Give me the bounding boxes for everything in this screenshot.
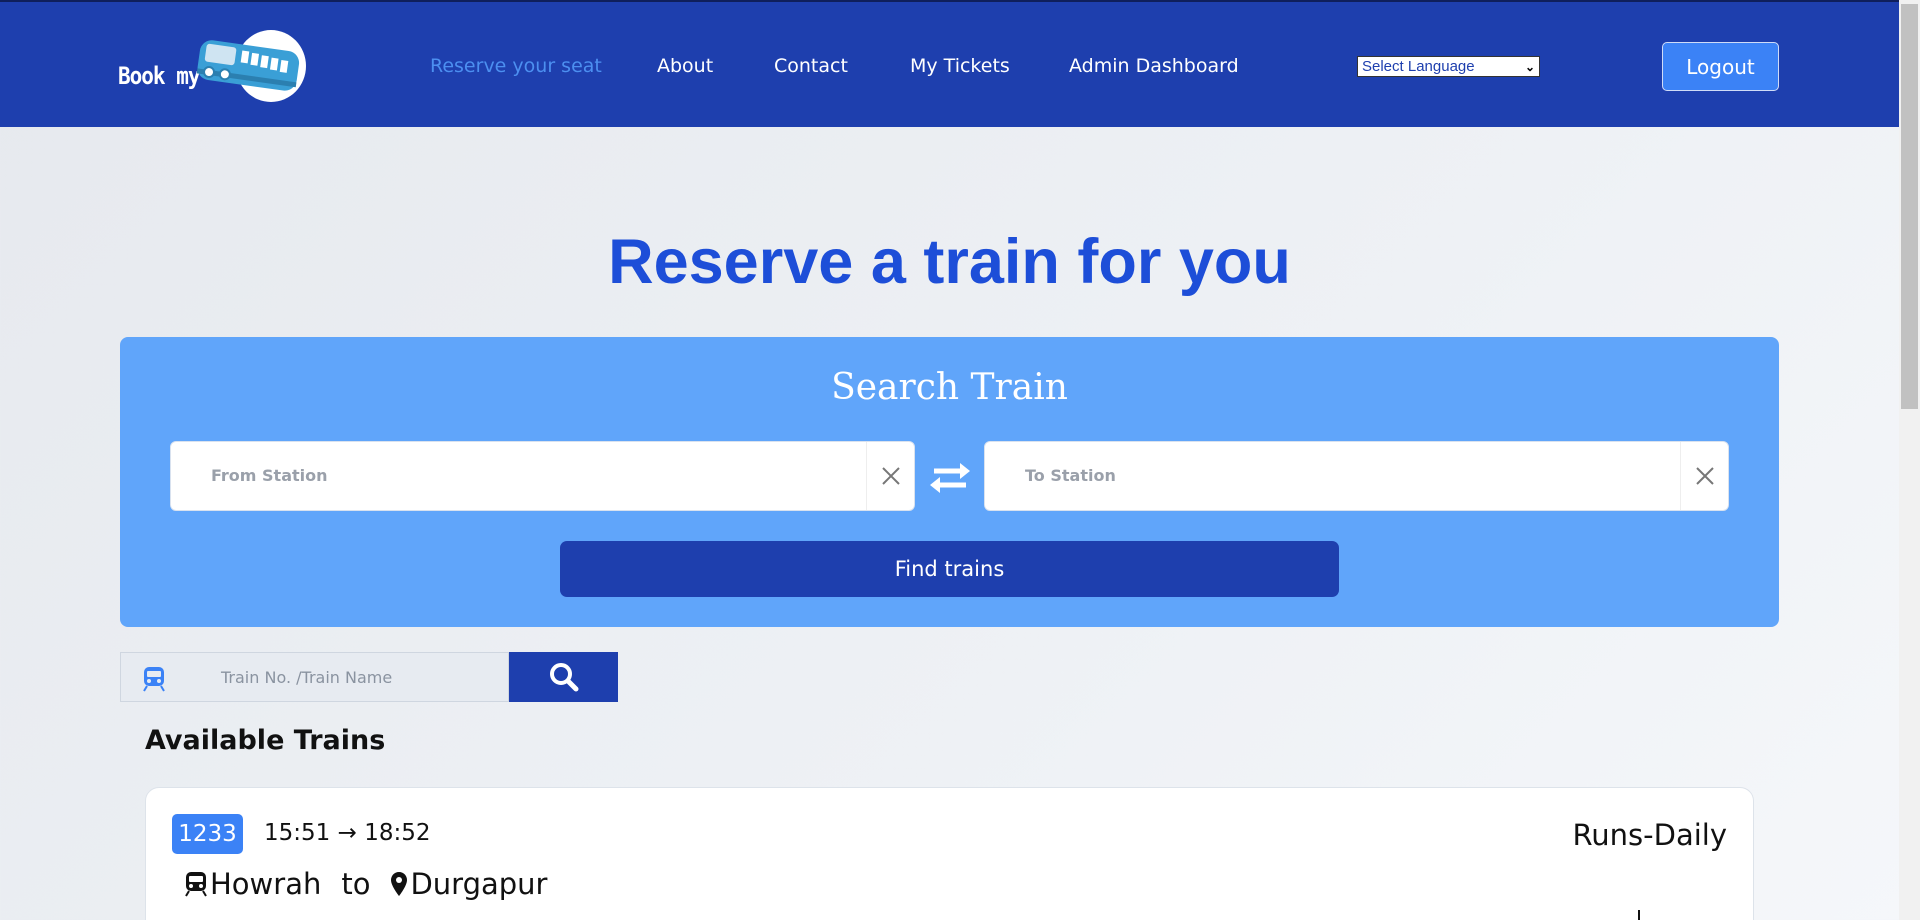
train-icon (143, 667, 165, 692)
logout-button[interactable]: Logout (1662, 42, 1779, 91)
arrow-right-icon: → (337, 820, 357, 846)
from-station-input[interactable]: From Station (170, 441, 915, 511)
clear-to-station-button[interactable] (1680, 442, 1728, 510)
train-card[interactable]: 1233 15:51 → 18:52 Runs-Daily Howrah to … (145, 787, 1754, 920)
route-to: Durgapur (410, 867, 548, 901)
train-search-placeholder: Train No. /Train Name (221, 668, 393, 687)
route-connector: to (341, 867, 371, 901)
brand-logo[interactable]: Book my (118, 28, 308, 104)
language-select[interactable]: Select Language ⌄ (1357, 56, 1540, 77)
search-icon (549, 663, 578, 692)
to-station-placeholder: To Station (1025, 466, 1116, 485)
train-number-badge: 1233 (172, 814, 243, 854)
available-trains-heading: Available Trains (145, 725, 386, 756)
language-select-value: Select Language (1362, 58, 1475, 75)
nav-reserve-your-seat[interactable]: Reserve your seat (430, 55, 602, 77)
swap-stations-icon[interactable] (926, 460, 974, 496)
nav-my-tickets[interactable]: My Tickets (910, 55, 1010, 77)
divider (1638, 910, 1640, 920)
runs-frequency: Runs-Daily (1572, 818, 1727, 852)
search-panel-title: Search Train (831, 367, 1068, 408)
to-station-input[interactable]: To Station (984, 441, 1729, 511)
nav-about[interactable]: About (657, 55, 713, 77)
page-scrollbar[interactable] (1899, 0, 1920, 920)
clear-from-station-button[interactable] (866, 442, 914, 510)
nav-contact[interactable]: Contact (774, 55, 848, 77)
from-station-placeholder: From Station (211, 466, 328, 485)
close-icon (1695, 467, 1714, 485)
top-navbar: Book my Reserve your seat About Contact … (0, 0, 1899, 127)
train-search-button[interactable] (509, 652, 618, 702)
train-route: Howrah to Durgapur (184, 867, 547, 901)
train-times: 15:51 → 18:52 (264, 820, 431, 846)
nav-admin-dashboard[interactable]: Admin Dashboard (1069, 55, 1239, 77)
search-train-panel: Search Train From Station To Station Fin… (120, 337, 1779, 627)
close-icon (881, 467, 900, 485)
chevron-down-icon: ⌄ (1524, 59, 1535, 74)
location-pin-icon (391, 872, 408, 896)
logo-text: Book my (118, 62, 201, 90)
train-logo-icon (196, 40, 300, 91)
train-number-search-input[interactable]: Train No. /Train Name (120, 652, 509, 702)
depart-time: 15:51 (264, 820, 331, 846)
scrollbar-thumb[interactable] (1901, 4, 1918, 409)
find-trains-button[interactable]: Find trains (560, 541, 1339, 597)
arrive-time: 18:52 (364, 820, 431, 846)
route-from: Howrah (210, 867, 322, 901)
page-title: Reserve a train for you (608, 227, 1291, 297)
train-front-icon (185, 872, 207, 897)
